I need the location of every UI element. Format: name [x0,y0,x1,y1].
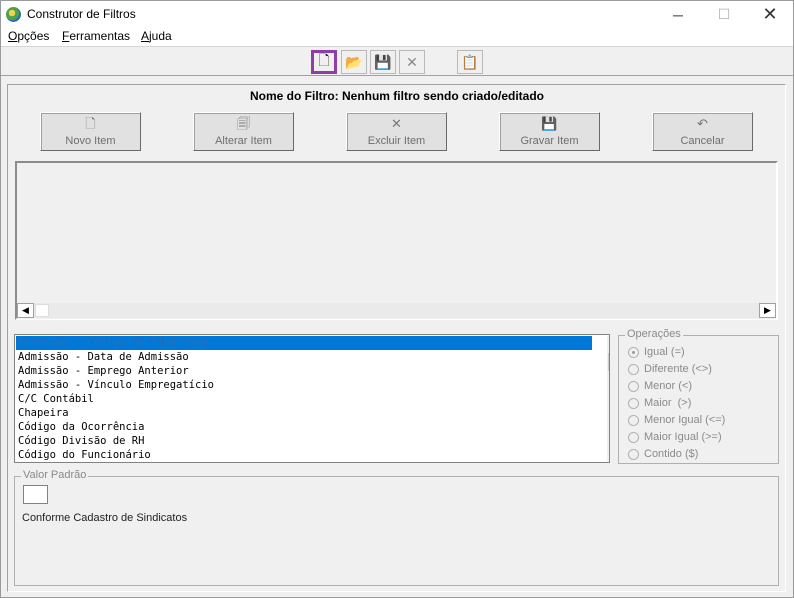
scroll-down-icon[interactable]: ▼ [607,446,609,462]
list-item[interactable]: Código do Funcionário [16,448,151,462]
new-file-icon: 🗋 [318,52,330,68]
list-item[interactable]: Admissão - Data de Admissão [16,350,189,364]
op-equal[interactable]: Igual (=) [628,346,685,358]
op-greater-equal[interactable]: Maior Igual (>=) [628,431,722,443]
save-filter-button[interactable]: 💾 [370,50,396,74]
op-label: Diferente (<>) [644,363,712,375]
edit-item-button[interactable]: 🗐 Alterar Item [193,112,294,151]
new-item-label: Novo Item [65,135,116,147]
radio-icon[interactable] [628,346,639,358]
delete-icon: ✕ [406,53,418,70]
new-item-icon: 🗋 [85,116,96,131]
delete-item-icon: ✕ [391,116,402,131]
radio-icon[interactable] [628,397,639,409]
filter-items-grid[interactable] [15,161,778,320]
menu-ferramentas[interactable]: Ferramentas [62,29,130,43]
scroll-right-icon[interactable]: ▶ [759,303,776,318]
operations-legend: Operações [625,328,683,340]
op-less-equal[interactable]: Menor Igual (<=) [628,414,725,426]
op-contains[interactable]: Contido ($) [628,448,698,460]
scroll-thumb[interactable] [35,304,49,317]
op-label: Maior Igual (>=) [644,431,722,443]
vertical-scrollbar[interactable]: ▲ ▼ [607,336,609,462]
list-item[interactable]: Admissão - Vínculo Empregatício [16,378,214,392]
list-item[interactable]: C/C Contábil [16,392,94,406]
list-item[interactable]: Chapeira [16,406,69,420]
horizontal-scrollbar[interactable]: ◀ ▶ [17,302,776,319]
menu-ajuda[interactable]: Ajuda [141,29,172,43]
properties-icon: 📋 [461,53,479,70]
default-value-group: Valor Padrão Conforme Cadastro de Sindic… [14,469,779,586]
field-list[interactable]: Admissão - Código do Sindicato Admissão … [14,334,610,463]
menu-label: erramentas [69,29,131,43]
app-icon [6,7,21,22]
op-label: Contido ($) [644,448,699,460]
operations-group: Operações Igual (=) Diferente (<>) Menor… [618,328,779,464]
save-item-label: Gravar Item [520,135,579,147]
list-item[interactable]: Código Divisão de RH [16,434,144,448]
open-filter-button[interactable]: 📂 [341,50,367,74]
default-value-legend: Valor Padrão [21,469,89,481]
scroll-left-icon[interactable]: ◀ [17,303,34,318]
title-bar: Construtor de Filtros ─ ☐ ✕ [1,1,793,28]
close-button[interactable]: ✕ [747,1,793,28]
scroll-thumb[interactable] [608,353,609,371]
scroll-up-icon[interactable]: ▲ [607,336,609,352]
op-label: Igual (=) [644,346,685,358]
op-less[interactable]: Menor (<) [628,380,692,392]
cancel-label: Cancelar [680,135,725,147]
default-value-description: Conforme Cadastro de Sindicatos [22,512,188,524]
radio-icon[interactable] [628,380,639,392]
delete-item-button[interactable]: ✕ Excluir Item [346,112,447,151]
menu-label: pções [17,29,50,43]
list-item[interactable]: Admissão - Emprego Anterior [16,364,189,378]
new-item-button[interactable]: 🗋 Novo Item [40,112,141,151]
properties-button[interactable]: 📋 [457,50,483,74]
radio-icon[interactable] [628,431,639,443]
list-item[interactable]: Código da Ocorrência [16,420,144,434]
menu-opcoes[interactable]: Opções [8,29,49,43]
menu-label: juda [149,29,172,43]
op-greater[interactable]: Maior (>) [628,397,691,409]
edit-item-label: Alterar Item [215,135,272,147]
radio-icon[interactable] [628,414,639,426]
filter-name-label: Nome do Filtro: Nenhum filtro sendo cria… [249,89,544,103]
radio-icon[interactable] [628,363,639,375]
radio-icon[interactable] [628,448,639,460]
op-label: Menor Igual (<=) [644,414,726,426]
list-item[interactable]: Admissão - Código do Sindicato [16,336,592,350]
save-item-button[interactable]: 💾 Gravar Item [499,112,600,151]
menu-bar: Opções Ferramentas Ajuda [1,28,793,46]
op-label: Maior (>) [644,397,692,409]
delete-filter-button[interactable]: ✕ [399,50,425,74]
delete-item-label: Excluir Item [367,135,426,147]
op-label: Menor (<) [644,380,692,392]
minimize-button[interactable]: ─ [655,1,701,28]
maximize-button[interactable]: ☐ [701,1,747,28]
save-icon: 💾 [374,53,392,70]
menu-accel: O [8,29,18,43]
save-item-icon: 💾 [541,116,558,131]
edit-item-icon: 🗐 [237,116,250,131]
op-not-equal[interactable]: Diferente (<>) [628,363,712,375]
folder-open-icon: 📂 [345,53,363,70]
new-filter-button[interactable]: 🗋 [311,50,337,74]
cancel-button[interactable]: ↶ Cancelar [652,112,753,151]
default-value-input[interactable] [23,485,48,504]
undo-icon: ↶ [697,116,708,131]
window-title: Construtor de Filtros [27,7,136,21]
scroll-track[interactable] [34,303,759,318]
toolbar: 🗋 📂 💾 ✕ 📋 [1,46,793,76]
menu-accel: A [141,29,150,43]
